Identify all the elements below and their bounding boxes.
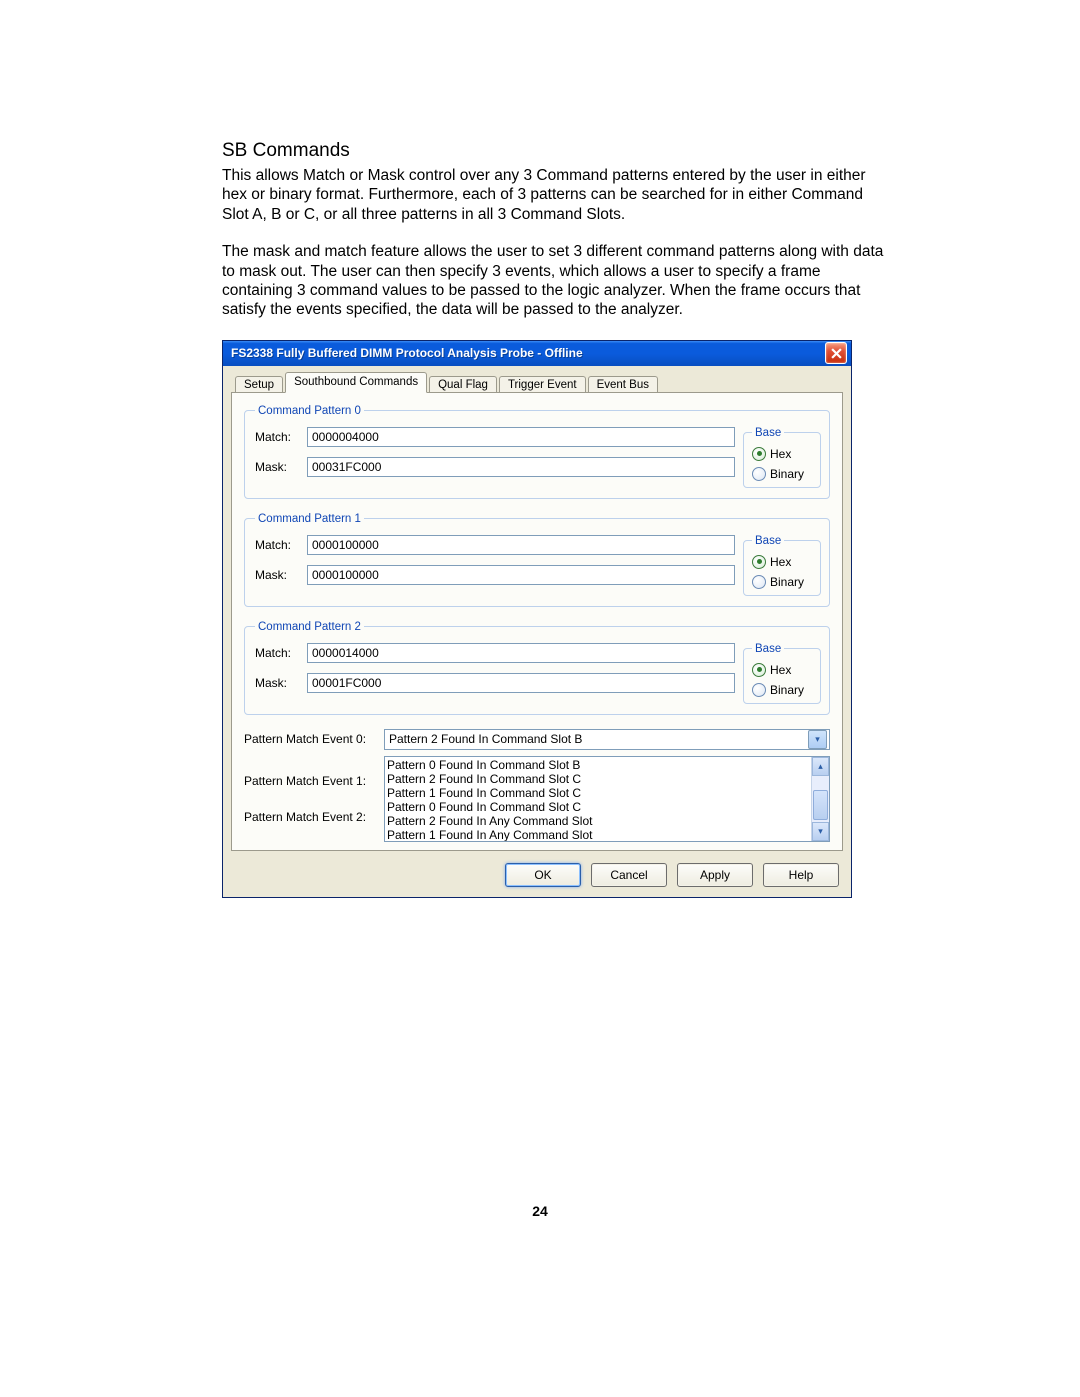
radio-icon <box>752 663 766 677</box>
intro-paragraph-2: The mask and match feature allows the us… <box>222 242 890 320</box>
apply-button[interactable]: Apply <box>677 863 753 887</box>
scroll-up-icon[interactable]: ▴ <box>812 757 829 776</box>
mask-input-0[interactable] <box>307 457 735 477</box>
event-0-combo[interactable]: Pattern 2 Found In Command Slot B ▾ <box>384 729 830 750</box>
close-button[interactable] <box>825 342 847 364</box>
match-input-0[interactable] <box>307 427 735 447</box>
ok-button[interactable]: OK <box>505 863 581 887</box>
titlebar[interactable]: FS2338 Fully Buffered DIMM Protocol Anal… <box>223 341 851 366</box>
window-title: FS2338 Fully Buffered DIMM Protocol Anal… <box>231 346 825 360</box>
page-number: 24 <box>0 1203 1080 1219</box>
dialog-window: FS2338 Fully Buffered DIMM Protocol Anal… <box>222 340 852 898</box>
section-heading: SB Commands <box>222 140 890 162</box>
radio-icon <box>752 683 766 697</box>
event-label-1: Pattern Match Event 1: <box>244 774 366 788</box>
intro-paragraph-1: This allows Match or Mask control over a… <box>222 166 890 224</box>
match-label: Match: <box>255 646 307 660</box>
mask-input-1[interactable] <box>307 565 735 585</box>
close-icon <box>831 348 842 359</box>
groupbox-legend: Command Pattern 2 <box>255 621 364 633</box>
radio-icon <box>752 575 766 589</box>
dialog-client-area: Setup Southbound Commands Qual Flag Trig… <box>223 366 851 897</box>
radio-hex-2[interactable]: Hex <box>752 663 812 677</box>
radio-binary-0[interactable]: Binary <box>752 467 812 481</box>
mask-input-2[interactable] <box>307 673 735 693</box>
mask-label: Mask: <box>255 568 307 582</box>
mask-label: Mask: <box>255 460 307 474</box>
event-0-value: Pattern 2 Found In Command Slot B <box>389 732 582 746</box>
listbox-item[interactable]: Pattern 2 Found In Any Command Slot <box>387 814 809 828</box>
radio-icon <box>752 555 766 569</box>
radio-label: Hex <box>770 447 791 461</box>
match-label: Match: <box>255 430 307 444</box>
groupbox-pattern-2: Command Pattern 2 Match: Mask: <box>244 621 830 715</box>
tab-strip: Setup Southbound Commands Qual Flag Trig… <box>231 372 843 393</box>
match-label: Match: <box>255 538 307 552</box>
match-input-1[interactable] <box>307 535 735 555</box>
groupbox-base-2: Base Hex Binary <box>743 643 821 704</box>
scrollbar[interactable]: ▴ ▾ <box>811 757 829 841</box>
cancel-button[interactable]: Cancel <box>591 863 667 887</box>
radio-label: Hex <box>770 555 791 569</box>
groupbox-legend: Command Pattern 0 <box>255 405 364 417</box>
tab-panel: Command Pattern 0 Match: Mask: <box>231 392 843 851</box>
event-listbox[interactable]: Pattern 0 Found In Command Slot BPattern… <box>384 756 830 842</box>
scroll-track[interactable] <box>812 776 829 822</box>
groupbox-pattern-0: Command Pattern 0 Match: Mask: <box>244 405 830 499</box>
radio-icon <box>752 467 766 481</box>
scroll-down-icon[interactable]: ▾ <box>812 822 829 841</box>
radio-hex-1[interactable]: Hex <box>752 555 812 569</box>
radio-icon <box>752 447 766 461</box>
listbox-items: Pattern 0 Found In Command Slot BPattern… <box>385 757 811 841</box>
radio-label: Hex <box>770 663 791 677</box>
radio-label: Binary <box>770 467 804 481</box>
tab-southbound-commands[interactable]: Southbound Commands <box>285 372 427 393</box>
radio-hex-0[interactable]: Hex <box>752 447 812 461</box>
listbox-item[interactable]: Pattern 0 Found In Command Slot B <box>387 758 809 772</box>
listbox-item[interactable]: Pattern 2 Found In Command Slot C <box>387 772 809 786</box>
groupbox-base-0: Base Hex Binary <box>743 427 821 488</box>
groupbox-pattern-1: Command Pattern 1 Match: Mask: <box>244 513 830 607</box>
chevron-down-icon: ▾ <box>808 730 827 749</box>
listbox-item[interactable]: Pattern 0 Found In Command Slot C <box>387 800 809 814</box>
scroll-thumb[interactable] <box>813 790 828 820</box>
help-button[interactable]: Help <box>763 863 839 887</box>
radio-label: Binary <box>770 575 804 589</box>
match-input-2[interactable] <box>307 643 735 663</box>
groupbox-legend: Command Pattern 1 <box>255 513 364 525</box>
mask-label: Mask: <box>255 676 307 690</box>
base-legend: Base <box>752 643 784 655</box>
radio-binary-2[interactable]: Binary <box>752 683 812 697</box>
listbox-item[interactable]: Pattern 1 Found In Command Slot C <box>387 786 809 800</box>
event-label-2: Pattern Match Event 2: <box>244 810 366 824</box>
radio-label: Binary <box>770 683 804 697</box>
listbox-item[interactable]: Pattern 1 Found In Any Command Slot <box>387 828 809 841</box>
base-legend: Base <box>752 535 784 547</box>
dialog-button-row: OK Cancel Apply Help <box>231 863 843 887</box>
radio-binary-1[interactable]: Binary <box>752 575 812 589</box>
groupbox-base-1: Base Hex Binary <box>743 535 821 596</box>
events-area: Pattern Match Event 0: Pattern 2 Found I… <box>244 729 830 842</box>
base-legend: Base <box>752 427 784 439</box>
event-label-0: Pattern Match Event 0: <box>244 732 384 746</box>
